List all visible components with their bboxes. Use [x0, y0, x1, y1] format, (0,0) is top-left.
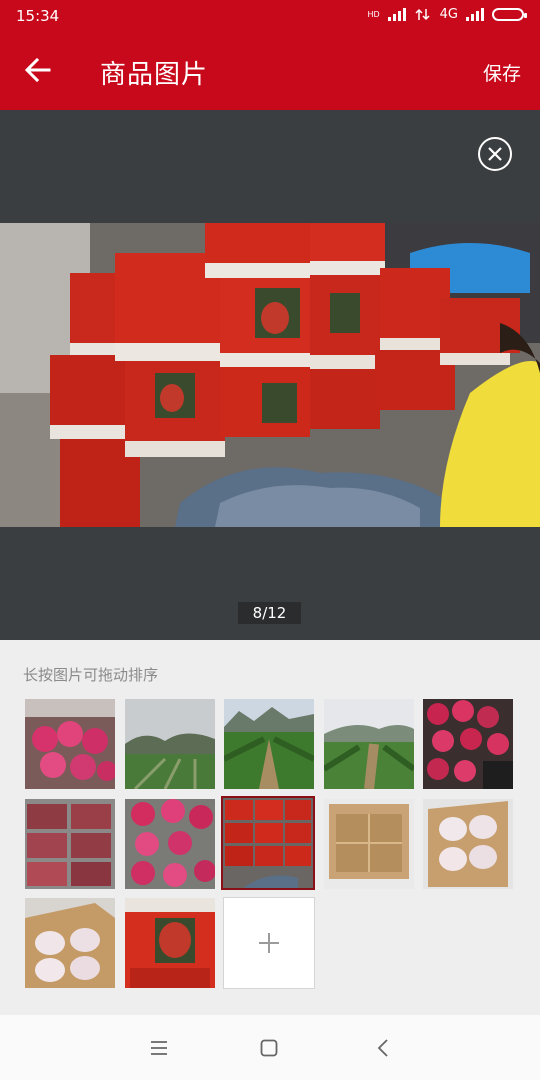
thumb-image	[423, 699, 513, 789]
battery-icon	[492, 8, 527, 21]
thumb-dragon-fruit-pile[interactable]	[423, 699, 513, 789]
system-nav-bar	[0, 1015, 540, 1080]
thumb-image	[224, 699, 314, 789]
menu-icon	[151, 1041, 167, 1055]
hd-label: HD	[367, 10, 380, 19]
data-arrows-icon	[415, 8, 430, 21]
save-button[interactable]: 保存	[483, 59, 521, 86]
gift-boxes-photo	[0, 223, 540, 527]
page-title: 商品图片	[100, 60, 209, 90]
signal-icon	[387, 8, 406, 21]
thumb-field-hills[interactable]	[125, 699, 215, 789]
add-image-button[interactable]	[223, 897, 315, 989]
thumb-plantation-rows[interactable]	[224, 699, 314, 789]
close-button[interactable]	[478, 137, 512, 171]
chevron-left-icon	[377, 1039, 388, 1057]
main-photo[interactable]	[0, 223, 540, 527]
thumb-image	[25, 799, 115, 889]
thumb-empty-carton[interactable]	[324, 799, 414, 889]
signal-2-icon	[466, 8, 484, 21]
plus-icon	[259, 933, 279, 953]
thumb-gift-box-closeup[interactable]	[125, 898, 215, 988]
thumb-red-gift-boxes[interactable]	[221, 796, 315, 890]
status-bar: 15:34 HD 4G	[0, 0, 540, 32]
thumb-dragon-fruit-basket[interactable]	[125, 799, 215, 889]
thumb-plantation-hills[interactable]	[324, 699, 414, 789]
home-icon	[260, 1039, 278, 1057]
thumb-packed-fruit-box[interactable]	[423, 799, 513, 889]
arrow-left-icon	[25, 58, 51, 82]
network-type: 4G	[439, 7, 458, 22]
status-time: 15:34	[16, 7, 60, 25]
thumb-dragon-fruit-crate[interactable]	[25, 699, 115, 789]
thumb-image	[125, 898, 215, 988]
menu-button[interactable]	[144, 1035, 174, 1061]
thumb-fruit-crates-stack[interactable]	[25, 799, 115, 889]
thumb-image	[324, 699, 414, 789]
thumb-image	[324, 799, 414, 889]
nav-back-button[interactable]	[368, 1035, 398, 1061]
thumb-image	[125, 799, 215, 889]
thumb-image	[423, 799, 513, 889]
thumb-image	[223, 798, 313, 888]
thumb-image	[25, 898, 115, 988]
close-icon	[488, 147, 502, 161]
home-button[interactable]	[254, 1035, 284, 1061]
reorder-hint: 长按图片可拖动排序	[23, 666, 159, 684]
thumb-image	[125, 699, 215, 789]
page-counter: 8/12	[238, 602, 301, 624]
app-bar: 商品图片 保存	[0, 32, 540, 110]
thumb-packed-fruit-carton[interactable]	[25, 898, 115, 988]
status-icons: HD 4G	[367, 7, 527, 22]
image-viewer[interactable]: 8/12	[0, 110, 540, 640]
back-button[interactable]	[20, 52, 56, 88]
thumb-image	[25, 699, 115, 789]
